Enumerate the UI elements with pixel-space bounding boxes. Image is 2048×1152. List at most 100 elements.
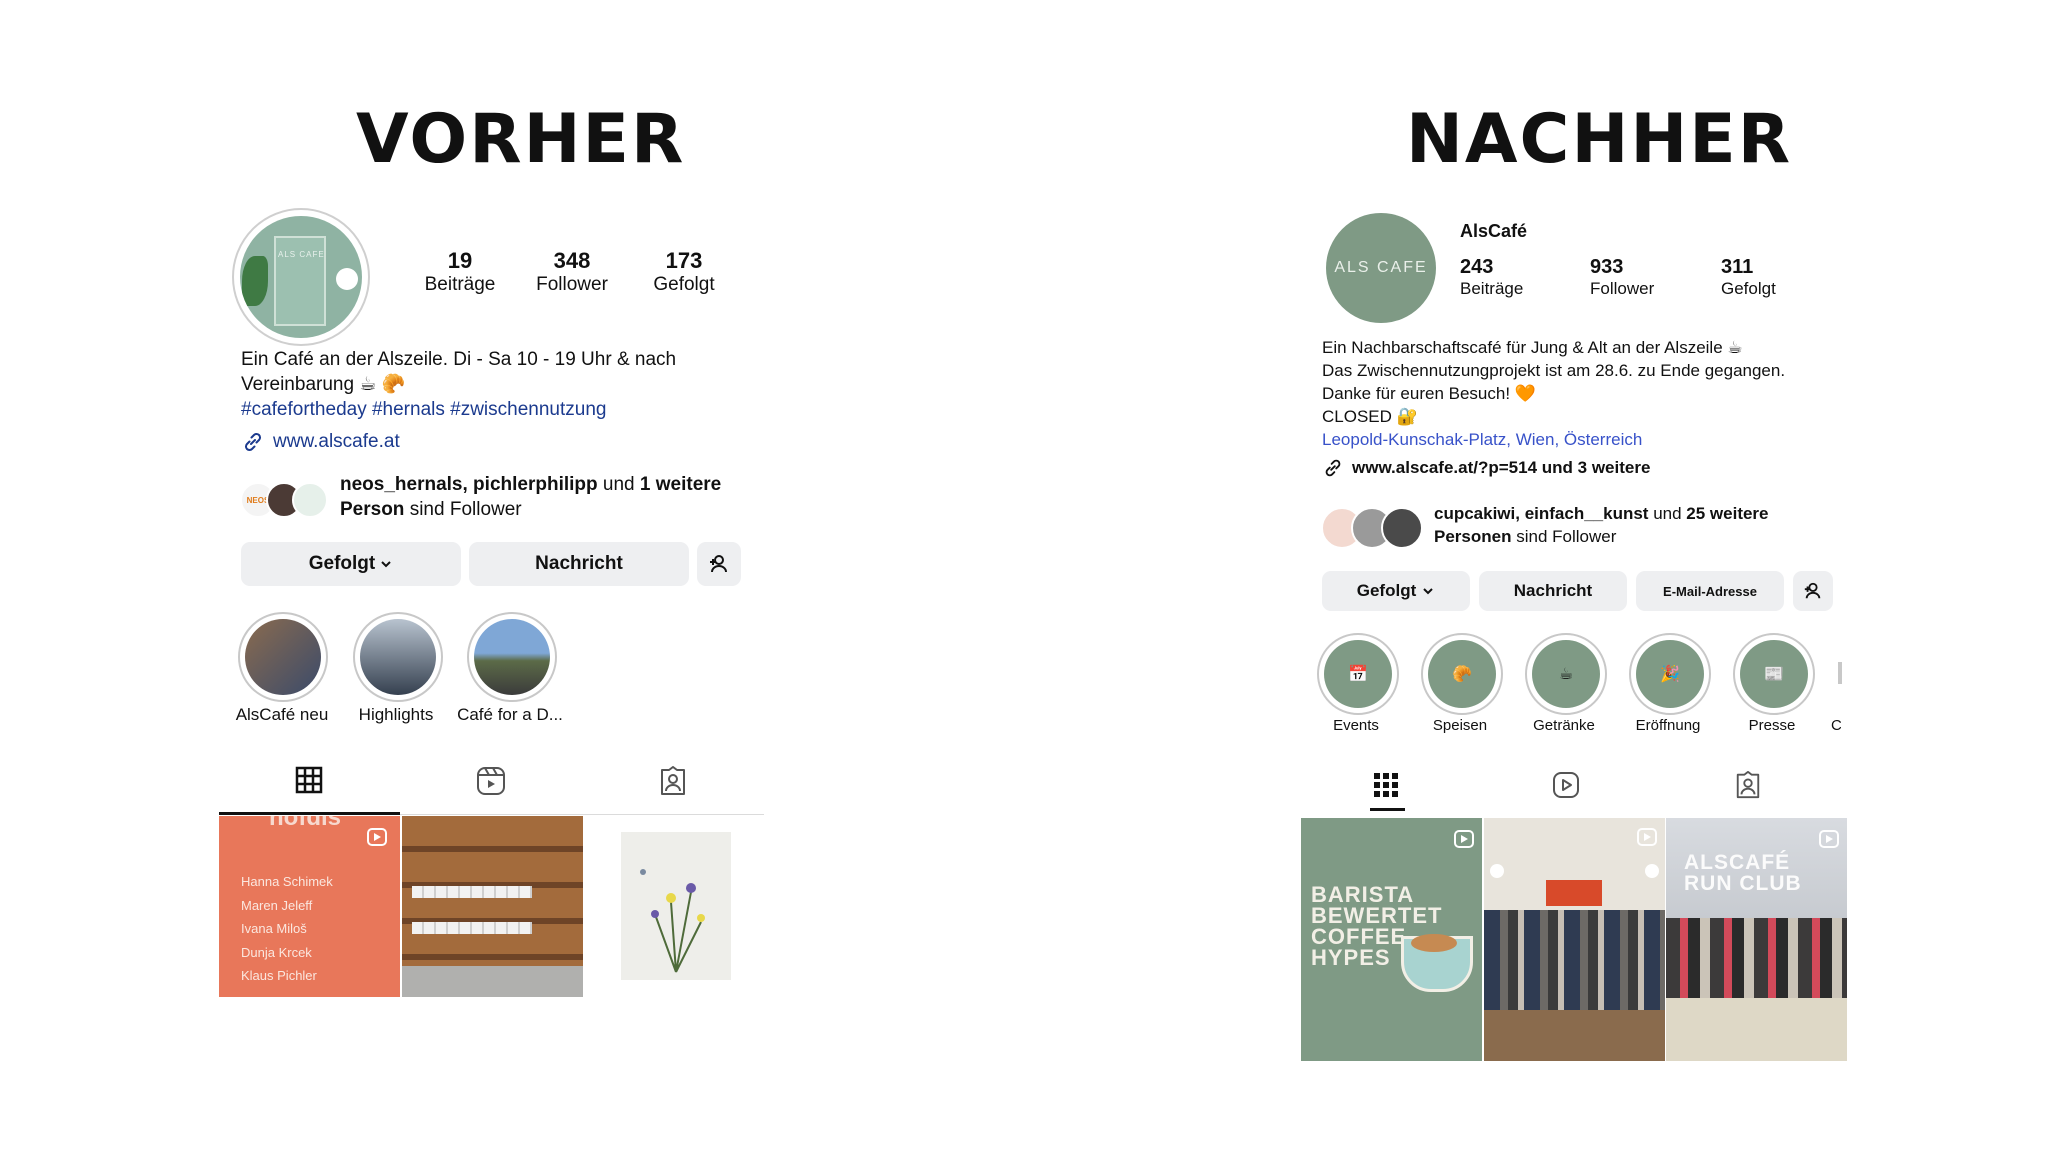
after-avatar-text: ALS CAFE: [1334, 259, 1428, 276]
after-stat-posts[interactable]: 243 Beiträge: [1460, 256, 1580, 299]
before-tab-tagged[interactable]: [658, 766, 688, 801]
after-location[interactable]: Leopold-Kunschak-Platz, Wien, Österreich: [1322, 428, 1862, 451]
after-mutual-persons: Personen: [1434, 527, 1512, 546]
after-mutual-names: cupcakiwi, einfach__kunst: [1434, 504, 1649, 523]
before-avatar-text: ALS CAFE: [278, 250, 325, 259]
after-stat-following[interactable]: 311 Gefolgt: [1721, 256, 1841, 299]
before-following-button[interactable]: Gefolgt: [241, 542, 461, 586]
after-website-link[interactable]: www.alscafe.at/?p=514 und 3 weitere: [1352, 458, 1650, 478]
tagged-icon: [1736, 771, 1760, 799]
before-posts-count: 19: [447, 248, 473, 273]
before-bio: Ein Café an der Alszeile. Di - Sa 10 - 1…: [241, 347, 761, 422]
croissant-icon: 🥐: [1452, 666, 1472, 683]
before-mutual-followers[interactable]: neos_hernals, pichlerphilipp und 1 weite…: [340, 472, 760, 522]
after-posts-count: 243: [1460, 256, 1494, 278]
after-following-label: Gefolgt: [1356, 581, 1417, 600]
coffee-icon: ☕: [1558, 666, 1574, 683]
after-post-3-text: ALSCAFÉ RUN CLUB: [1684, 851, 1802, 895]
after-bio: Ein Nachbarschaftscafé für Jung & Alt an…: [1322, 336, 1862, 451]
chevron-down-icon: [381, 561, 391, 568]
after-add-user-button[interactable]: [1793, 571, 1833, 611]
after-tab-reels[interactable]: [1552, 771, 1580, 804]
after-bio-line1: Ein Nachbarschaftscafé für Jung & Alt an…: [1322, 338, 1743, 357]
before-grid-post-3[interactable]: [585, 816, 766, 997]
before-stat-followers[interactable]: 348 Follower: [522, 248, 622, 296]
after-mutual-und: und: [1648, 504, 1687, 523]
after-tab-indicator: [1370, 808, 1405, 811]
after-stat-followers[interactable]: 933 Follower: [1590, 256, 1710, 299]
after-avatar[interactable]: ALS CAFE: [1326, 213, 1436, 323]
chevron-down-icon: [1423, 588, 1433, 595]
before-highlight-3-label: Café for a D...: [457, 705, 563, 724]
after-highlight-speisen-label: Speisen: [1432, 717, 1488, 734]
before-hashtags[interactable]: #cafefortheday #hernals #zwischennutzung: [241, 397, 761, 422]
link-icon: [244, 432, 262, 452]
before-mutual-und: und: [597, 474, 640, 495]
before-following-label: Gefolgt: [308, 553, 376, 574]
before-post-1-names: Hanna Schimek Maren Jeleff Ivana Miloš D…: [241, 874, 333, 983]
before-website-link[interactable]: www.alscafe.at: [273, 431, 400, 453]
after-bio-line4: CLOSED 🔐: [1322, 407, 1418, 426]
before-mutual-names: neos_hernals, pichlerphilipp: [340, 474, 598, 495]
after-email-button[interactable]: E-Mail-Adresse: [1636, 571, 1784, 611]
before-message-button[interactable]: Nachricht: [469, 542, 689, 586]
before-mutual-avatars[interactable]: NEOS: [240, 480, 332, 518]
before-mutual-more: 1 weitere: [639, 474, 722, 495]
before-following-label: Gefolgt: [653, 274, 715, 295]
before-followers-label: Follower: [536, 274, 608, 295]
after-followers-count: 933: [1590, 256, 1624, 278]
after-followers-label: Follower: [1590, 279, 1655, 298]
reels-icon: [1553, 772, 1579, 798]
before-website-row[interactable]: www.alscafe.at: [241, 430, 400, 454]
before-highlight-1-label: AlsCafé neu: [235, 705, 329, 724]
after-highlight-getraenke-label: Getränke: [1533, 717, 1595, 734]
before-posts-label: Beiträge: [424, 274, 496, 295]
before-tab-grid[interactable]: [295, 766, 323, 799]
tagged-icon: [661, 766, 685, 795]
grid-icon: [1374, 773, 1398, 797]
before-highlight-2-label: Highlights: [358, 705, 434, 724]
after-posts-label: Beiträge: [1460, 279, 1524, 298]
after-bio-line3: Danke für euren Besuch! 🧡: [1322, 384, 1536, 403]
after-grid-post-3[interactable]: ALSCAFÉ RUN CLUB: [1666, 818, 1847, 1061]
link-icon: [1325, 459, 1341, 477]
before-avatar[interactable]: ALS CAFE: [232, 208, 370, 346]
after-tab-grid[interactable]: [1373, 772, 1399, 803]
before-mutual-person: Person: [340, 499, 405, 520]
after-website-row[interactable]: www.alscafe.at/?p=514 und 3 weitere: [1322, 457, 1650, 479]
before-mutual-rest: sind Follower: [404, 499, 522, 520]
after-grid-post-1[interactable]: BARISTA BEWERTET COFFEE HYPES: [1301, 818, 1482, 1061]
after-bio-line2: Das Zwischennutzungprojekt ist am 28.6. …: [1322, 361, 1786, 380]
after-mutual-avatars[interactable]: [1321, 505, 1423, 549]
before-bio-line2: Vereinbarung ☕ 🥐: [241, 374, 406, 395]
after-mutual-more: 25 weitere: [1686, 504, 1769, 523]
reel-icon: [1454, 830, 1474, 848]
before-add-user-button[interactable]: [697, 542, 741, 586]
heading-after: NACHHER: [1406, 100, 1793, 179]
before-followers-count: 348: [553, 248, 591, 273]
after-highlight-eroeffnung-label: Eröffnung: [1635, 717, 1701, 734]
after-highlight-partial-ring: [1838, 662, 1842, 684]
after-mutual-followers[interactable]: cupcakiwi, einfach__kunst und 25 weitere…: [1434, 502, 1854, 548]
add-person-icon: [1804, 582, 1821, 599]
after-username: AlsCafé: [1460, 221, 1528, 241]
after-message-label: Nachricht: [1513, 581, 1593, 600]
reels-icon: [477, 767, 505, 795]
grid-icon: [295, 766, 323, 794]
after-mutual-rest: sind Follower: [1511, 527, 1617, 546]
before-stat-posts[interactable]: 19 Beiträge: [410, 248, 510, 296]
after-highlight-presse-label: Presse: [1748, 717, 1796, 734]
after-grid-post-2[interactable]: [1484, 818, 1665, 1061]
reel-icon: [367, 828, 387, 846]
before-grid-post-2[interactable]: [402, 816, 583, 997]
before-grid-post-1[interactable]: hofdis Hanna Schimek Maren Jeleff Ivana …: [219, 816, 400, 997]
before-bio-line1: Ein Café an der Alszeile. Di - Sa 10 - 1…: [241, 349, 677, 370]
after-following-button[interactable]: Gefolgt: [1322, 571, 1470, 611]
after-message-button[interactable]: Nachricht: [1479, 571, 1627, 611]
before-tab-reels[interactable]: [476, 766, 506, 801]
before-post-1-title: hofdis: [269, 816, 341, 831]
newspaper-icon: 📰: [1764, 666, 1784, 683]
after-tab-tagged[interactable]: [1734, 771, 1762, 804]
before-stat-following[interactable]: 173 Gefolgt: [634, 248, 734, 296]
reel-icon: [1637, 828, 1657, 846]
